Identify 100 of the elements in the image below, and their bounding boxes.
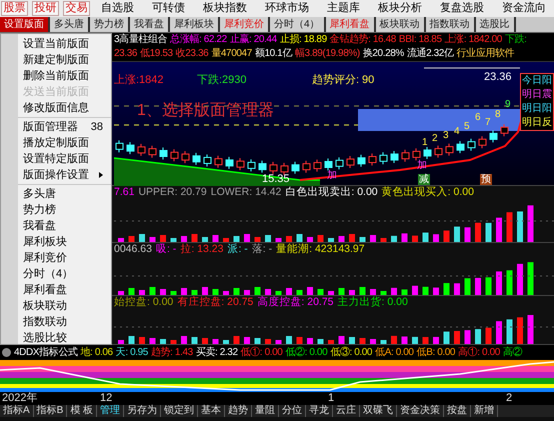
candlestick	[446, 143, 454, 156]
forecast-label: 明日震	[522, 88, 552, 102]
toolbar-button[interactable]: 投研	[32, 1, 59, 16]
layout-tab[interactable]: 多头唐	[50, 17, 90, 32]
layout-tab[interactable]: 犀利板块	[170, 17, 220, 32]
indicator-tab[interactable]: 资金决策	[397, 405, 444, 417]
candlestick	[226, 156, 234, 170]
indicator-tab[interactable]: 锁定到	[161, 405, 198, 417]
candlestick	[204, 154, 212, 167]
toolbar-button[interactable]: 可转债	[145, 1, 192, 16]
indicator-value: 白色出现卖出: 0.00	[285, 186, 378, 200]
indicator-value: 拉: 13.23	[180, 243, 224, 257]
layout-tab[interactable]: 势力榜	[90, 17, 130, 32]
indicator-bar	[244, 290, 250, 295]
indicator-bar	[402, 336, 408, 344]
indicator-tab[interactable]: 管理	[97, 405, 124, 417]
indicator-bar	[496, 321, 502, 344]
indicator-tab[interactable]: 寻龙	[306, 405, 334, 417]
candlestick	[468, 138, 476, 152]
menu-item[interactable]: 选股比较	[18, 330, 111, 346]
indicator-tab[interactable]: 另存为	[124, 405, 162, 417]
candlestick	[456, 140, 464, 154]
menu-item[interactable]: 播放定制版面	[18, 135, 111, 151]
indicator-value: 量470047	[211, 47, 252, 61]
indicator-bar	[528, 262, 534, 295]
menu-item[interactable]: 多头唐	[18, 186, 111, 202]
menu-item[interactable]: 势力榜	[18, 202, 111, 218]
indicator-bar	[223, 340, 229, 344]
indicator-bar	[328, 238, 334, 242]
menu-item[interactable]: 设置当前版面	[18, 36, 111, 52]
indicator-tab[interactable]: 云庄	[333, 405, 360, 417]
indicator-bar	[139, 290, 145, 295]
indicator-tab[interactable]: 双碟飞	[360, 405, 398, 417]
indicator-tab[interactable]: 分位	[279, 405, 306, 417]
indicator-bar	[276, 238, 282, 242]
indicator-bar	[380, 291, 386, 295]
menu-item[interactable]: 分时（4）	[18, 266, 111, 282]
indicator-tab[interactable]: 按盘	[444, 405, 472, 417]
menu-item[interactable]: 版面操作设置	[18, 167, 111, 183]
indicator-tab[interactable]: 新增	[471, 405, 498, 417]
indicator-bar	[234, 288, 240, 295]
indicator-tab[interactable]: 基本	[198, 405, 226, 417]
indicator-bar	[360, 287, 366, 295]
indicator-tab[interactable]: 量阻	[252, 405, 280, 417]
layout-tab[interactable]: 选股比	[476, 17, 516, 32]
toolbar-button[interactable]: 交易	[63, 1, 90, 16]
indicator-bar	[380, 238, 386, 242]
toolbar-button[interactable]: 复盘选股	[433, 1, 491, 16]
indicator-value: 下跌:	[504, 33, 527, 47]
collapse-icon[interactable]	[2, 348, 11, 357]
menu-item[interactable]: 新建定制版面	[18, 52, 111, 68]
indicator-value: 低②: 0.00	[285, 346, 328, 358]
candlestick	[160, 147, 168, 160]
indicator-bar	[402, 233, 408, 242]
toolbar-button[interactable]: 资金流向	[495, 1, 553, 16]
forecast-label: 明日反	[522, 116, 552, 130]
layout-tab[interactable]: 我看盘	[130, 17, 170, 32]
candlestick	[380, 152, 388, 165]
signal-marker: 预	[480, 174, 492, 185]
layout-tab[interactable]: 设置版面	[0, 17, 50, 32]
menu-item[interactable]: 指数联动	[18, 314, 111, 330]
candlestick	[336, 156, 344, 170]
indicator-tab[interactable]: 指标B	[34, 405, 68, 417]
toolbar-button[interactable]: 板块指数	[196, 1, 254, 16]
indicator-bar	[454, 331, 460, 344]
indicator-tab[interactable]: 趋势	[225, 405, 252, 417]
toolbar-button[interactable]: 自选股	[94, 1, 141, 16]
menu-item[interactable]: 板块联动	[18, 298, 111, 314]
indicator-bar	[338, 236, 344, 242]
menu-item[interactable]: 版面管理器 38	[18, 119, 111, 135]
toolbar-button[interactable]: 股票	[1, 1, 28, 16]
indicator-tab[interactable]: 指标A	[0, 405, 34, 417]
indicator-bar	[170, 238, 176, 242]
candlestick	[500, 124, 508, 137]
toolbar-button[interactable]: 环球市场	[258, 1, 316, 16]
indicator-bar	[517, 317, 523, 344]
indicator-bar	[454, 283, 460, 295]
indicator-bar	[160, 339, 166, 344]
date-label: 2	[506, 392, 514, 405]
indicator-bar	[202, 338, 208, 344]
toolbar-button[interactable]: 主题库	[320, 1, 367, 16]
indicator-bar	[118, 238, 124, 242]
menu-item[interactable]: 设置特定版面	[18, 151, 111, 167]
candlestick	[214, 155, 222, 168]
menu-item[interactable]: 犀利竞价	[18, 250, 111, 266]
indicator-tab[interactable]: 模 板	[67, 405, 98, 417]
layout-tab[interactable]: 指数联动	[426, 17, 476, 32]
indicator-value: 主力出货: 0.00	[338, 296, 408, 310]
candlestick	[314, 159, 322, 172]
menu-item[interactable]: 犀利看盘	[18, 282, 111, 298]
menu-item[interactable]: 我看盘	[18, 218, 111, 234]
layout-tab[interactable]: 板块联动	[376, 17, 426, 32]
indicator-value: 落: -	[252, 243, 272, 257]
menu-item[interactable]: 删除当前版面	[18, 68, 111, 84]
toolbar-button[interactable]: 板块分析	[371, 1, 429, 16]
candlestick	[182, 150, 190, 164]
indicator-bar	[265, 289, 271, 295]
menu-item[interactable]: 犀利板块	[18, 234, 111, 250]
layout-tab[interactable]: 分时（4）	[270, 17, 326, 32]
menu-item[interactable]: 修改版面信息	[18, 100, 111, 116]
